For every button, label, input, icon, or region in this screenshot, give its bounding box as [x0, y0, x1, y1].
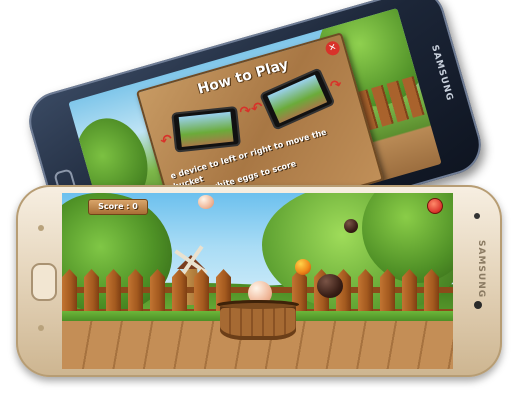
white-egg	[198, 195, 214, 209]
brand-logo: SAMSUNG	[428, 43, 455, 103]
camera-icon	[474, 213, 480, 219]
score-display: Score : 0	[88, 199, 148, 215]
back-key[interactable]	[38, 325, 44, 331]
bucket-rim	[217, 300, 299, 309]
front-sensor	[38, 225, 44, 231]
bomb-egg	[295, 259, 311, 275]
tilt-left-phone-image	[171, 105, 242, 153]
game-screen[interactable]: Score : 0	[62, 193, 453, 369]
brand-logo: SAMSUNG	[476, 240, 486, 299]
black-egg	[344, 219, 358, 233]
black-egg	[317, 274, 343, 298]
curved-arrow-icon: ↷	[328, 76, 344, 96]
bucket[interactable]	[217, 300, 299, 340]
home-button[interactable]	[31, 263, 57, 301]
front-phone: SAMSUNG Score: 0	[16, 185, 502, 377]
pause-icon[interactable]	[427, 198, 443, 214]
